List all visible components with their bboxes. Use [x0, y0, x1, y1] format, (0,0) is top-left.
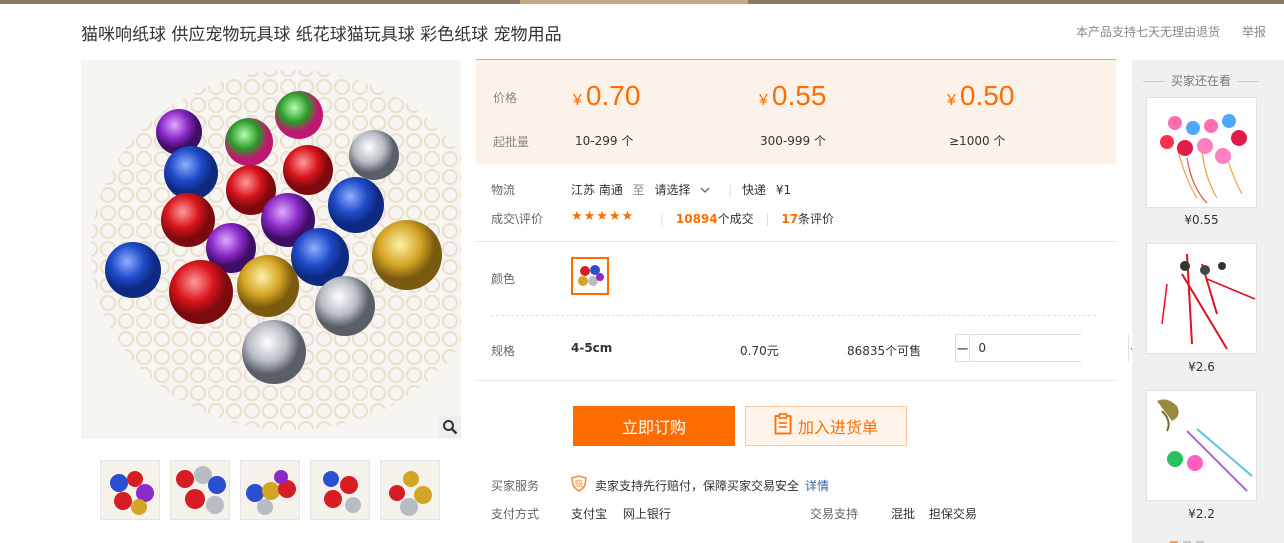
add-to-purchase-list-button[interactable]: 加入进货单: [745, 406, 907, 446]
price-tier-2: ¥0.55: [759, 80, 826, 112]
spec-stock: 86835个可售: [847, 344, 922, 358]
zoom-icon[interactable]: [439, 416, 461, 438]
sidebar-title: 买家还在看: [1132, 72, 1270, 89]
trade-support-label: 交易支持: [810, 507, 859, 521]
price-tier-3: ¥0.50: [947, 80, 1014, 112]
express-fee: ¥1: [775, 183, 792, 197]
service-info: 卖家支持先行赔付，保障买家交易安全 详情: [595, 477, 829, 494]
thumbnail-image[interactable]: [310, 460, 370, 520]
price-panel: 价格 起批量 ¥0.70 ¥0.55 ¥0.50 10-299 个 300-99…: [476, 59, 1116, 164]
buy-now-button[interactable]: 立即订购: [573, 406, 735, 446]
product-title: 猫咪响纸球 供应宠物玩具球 纸花球猫玩具球 彩色纸球 宠物用品: [81, 25, 562, 45]
payment-methods: 支付宝 网上银行: [571, 505, 683, 522]
spec-size: 4-5cm: [571, 341, 613, 355]
price-label: 价格: [493, 91, 518, 105]
divider: |: [765, 212, 770, 226]
min-quantity-label: 起批量: [493, 135, 530, 149]
clipboard-icon: [774, 413, 792, 439]
also-viewed-sidebar: 买家还在看 ¥0.55 ¥2.6 ¥2.2: [1132, 60, 1284, 543]
color-label: 颜色: [491, 272, 516, 286]
trade-item: 混批: [891, 507, 916, 521]
color-option-swatch[interactable]: [571, 257, 609, 295]
payment-method: 网上银行: [622, 507, 671, 521]
price-value: 0.50: [959, 80, 1015, 111]
quantity-input[interactable]: [970, 335, 1129, 361]
recommended-price: ¥2.2: [1188, 507, 1215, 521]
deal-stats: | 10894个成交 | 17条评价: [660, 210, 834, 227]
currency-symbol: ¥: [573, 92, 582, 109]
logistics-label: 物流: [491, 183, 516, 197]
trade-support-items: 混批 担保交易: [891, 505, 987, 522]
spec-price: 0.70元: [740, 344, 779, 358]
quantity-range: 300-999 个: [760, 134, 826, 148]
recommended-product-image[interactable]: [1146, 390, 1257, 501]
buyer-service-label: 买家服务: [491, 479, 540, 493]
recommended-price: ¥0.55: [1184, 213, 1219, 227]
top-accent-bar: [0, 0, 1284, 4]
spec-label: 规格: [491, 344, 516, 358]
recommended-product-image[interactable]: [1146, 243, 1257, 354]
svg-text:赔: 赔: [575, 479, 583, 489]
shield-icon: 赔: [571, 475, 587, 492]
shipping-info: 江苏 南通 至 请选择 | 快递 ¥1: [571, 181, 797, 198]
top-bar-segment: [0, 0, 520, 4]
thumbnail-strip: [100, 460, 440, 520]
divider: [476, 380, 1116, 381]
thumbnail-image[interactable]: [170, 460, 230, 520]
top-bar-segment: [520, 0, 748, 4]
add-to-list-label: 加入进货单: [797, 418, 878, 437]
price-value: 0.70: [585, 80, 641, 111]
report-link[interactable]: 举报: [1242, 23, 1266, 40]
thumbnail-image[interactable]: [380, 460, 440, 520]
thumbnail-image[interactable]: [240, 460, 300, 520]
quantity-range: ≥1000 个: [949, 134, 1006, 148]
ship-destination-select[interactable]: 请选择: [655, 183, 691, 197]
rating-stars: ★★★★★: [571, 209, 635, 224]
service-details-link[interactable]: 详情: [805, 479, 829, 493]
divider: |: [660, 212, 665, 226]
return-policy-link[interactable]: 本产品支持七天无理由退货: [1076, 23, 1220, 40]
quantity-range: 10-299 个: [575, 134, 634, 148]
sold-suffix: 个成交: [717, 212, 754, 226]
currency-symbol: ¥: [947, 92, 956, 109]
chevron-down-icon[interactable]: [700, 183, 710, 197]
service-text: 卖家支持先行赔付，保障买家交易安全: [595, 479, 800, 493]
main-product-image[interactable]: [81, 60, 461, 439]
recommended-price: ¥2.6: [1188, 360, 1215, 374]
quantity-stepper: − +: [955, 334, 1143, 362]
deals-reviews-label: 成交\评价: [491, 212, 544, 226]
divider: |: [728, 183, 733, 197]
decrease-button[interactable]: −: [956, 335, 971, 361]
ship-origin: 江苏 南通: [571, 183, 623, 197]
currency-symbol: ¥: [759, 92, 768, 109]
payment-label: 支付方式: [491, 507, 540, 521]
review-suffix: 条评价: [798, 212, 835, 226]
recommended-product-image[interactable]: [1146, 97, 1257, 208]
price-tier-1: ¥0.70: [573, 80, 640, 112]
thumbnail-image[interactable]: [100, 460, 160, 520]
price-value: 0.55: [771, 80, 827, 111]
divider: [491, 315, 1096, 316]
sold-count: 10894: [675, 212, 718, 226]
trade-item: 担保交易: [928, 507, 977, 521]
top-bar-segment: [748, 0, 1284, 4]
payment-method: 支付宝: [571, 507, 608, 521]
ship-to: 至: [632, 183, 645, 197]
express-label: 快递: [742, 183, 767, 197]
review-count-link[interactable]: 17: [781, 212, 798, 226]
divider: [476, 241, 1116, 242]
